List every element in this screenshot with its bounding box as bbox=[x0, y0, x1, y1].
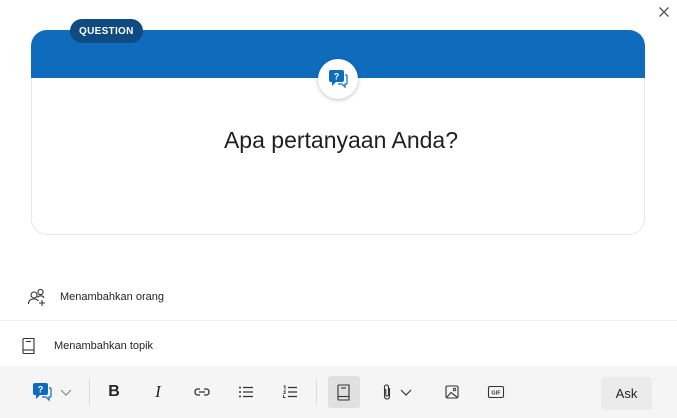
insert-gif-button[interactable]: GIF bbox=[482, 376, 510, 408]
close-button[interactable] bbox=[654, 2, 674, 22]
attach-file-dropdown[interactable] bbox=[374, 376, 420, 408]
bold-icon: B bbox=[108, 383, 120, 400]
gif-label: GIF bbox=[491, 390, 501, 396]
add-topic-label: Menambahkan topik bbox=[54, 340, 154, 352]
svg-text:?: ? bbox=[334, 72, 340, 82]
image-icon bbox=[445, 385, 459, 399]
chevron-down-icon bbox=[400, 389, 412, 396]
add-topic-row[interactable]: Menambahkan topik bbox=[0, 334, 677, 358]
book-icon bbox=[18, 335, 40, 357]
bold-button[interactable]: B bbox=[100, 376, 128, 408]
question-card: QUESTION ? bbox=[31, 19, 645, 235]
svg-text:?: ? bbox=[38, 385, 44, 395]
ask-button[interactable]: Ask bbox=[601, 377, 652, 410]
numbered-list-icon bbox=[283, 385, 297, 398]
book-icon bbox=[337, 383, 350, 401]
question-icon-circle: ? bbox=[318, 59, 358, 99]
bulleted-list-icon bbox=[239, 386, 253, 398]
question-bubble-icon: ? bbox=[33, 383, 52, 402]
insert-image-button[interactable] bbox=[438, 376, 466, 408]
italic-button[interactable]: I bbox=[144, 376, 172, 408]
add-people-label: Menambahkan orang bbox=[60, 291, 164, 303]
toolbar-separator bbox=[316, 378, 317, 406]
close-icon bbox=[659, 7, 669, 17]
link-icon bbox=[194, 388, 210, 396]
add-people-row[interactable]: Menambahkan orang bbox=[0, 284, 677, 310]
question-bubble-icon: ? bbox=[329, 70, 348, 89]
compose-toolbar: ? B I GIF Ask bbox=[0, 366, 677, 418]
post-type-dropdown[interactable]: ? bbox=[28, 376, 76, 408]
chevron-down-icon bbox=[60, 389, 72, 396]
topic-button[interactable] bbox=[328, 376, 360, 408]
row-divider bbox=[0, 320, 677, 321]
add-people-icon bbox=[26, 286, 48, 308]
toolbar-separator bbox=[89, 378, 90, 406]
bulleted-list-button[interactable] bbox=[232, 376, 260, 408]
question-badge: QUESTION bbox=[70, 19, 143, 43]
link-button[interactable] bbox=[188, 376, 216, 408]
question-input[interactable] bbox=[72, 119, 610, 161]
numbered-list-button[interactable] bbox=[276, 376, 304, 408]
paperclip-icon bbox=[383, 384, 391, 400]
gif-icon: GIF bbox=[487, 385, 505, 399]
italic-icon: I bbox=[155, 382, 161, 401]
